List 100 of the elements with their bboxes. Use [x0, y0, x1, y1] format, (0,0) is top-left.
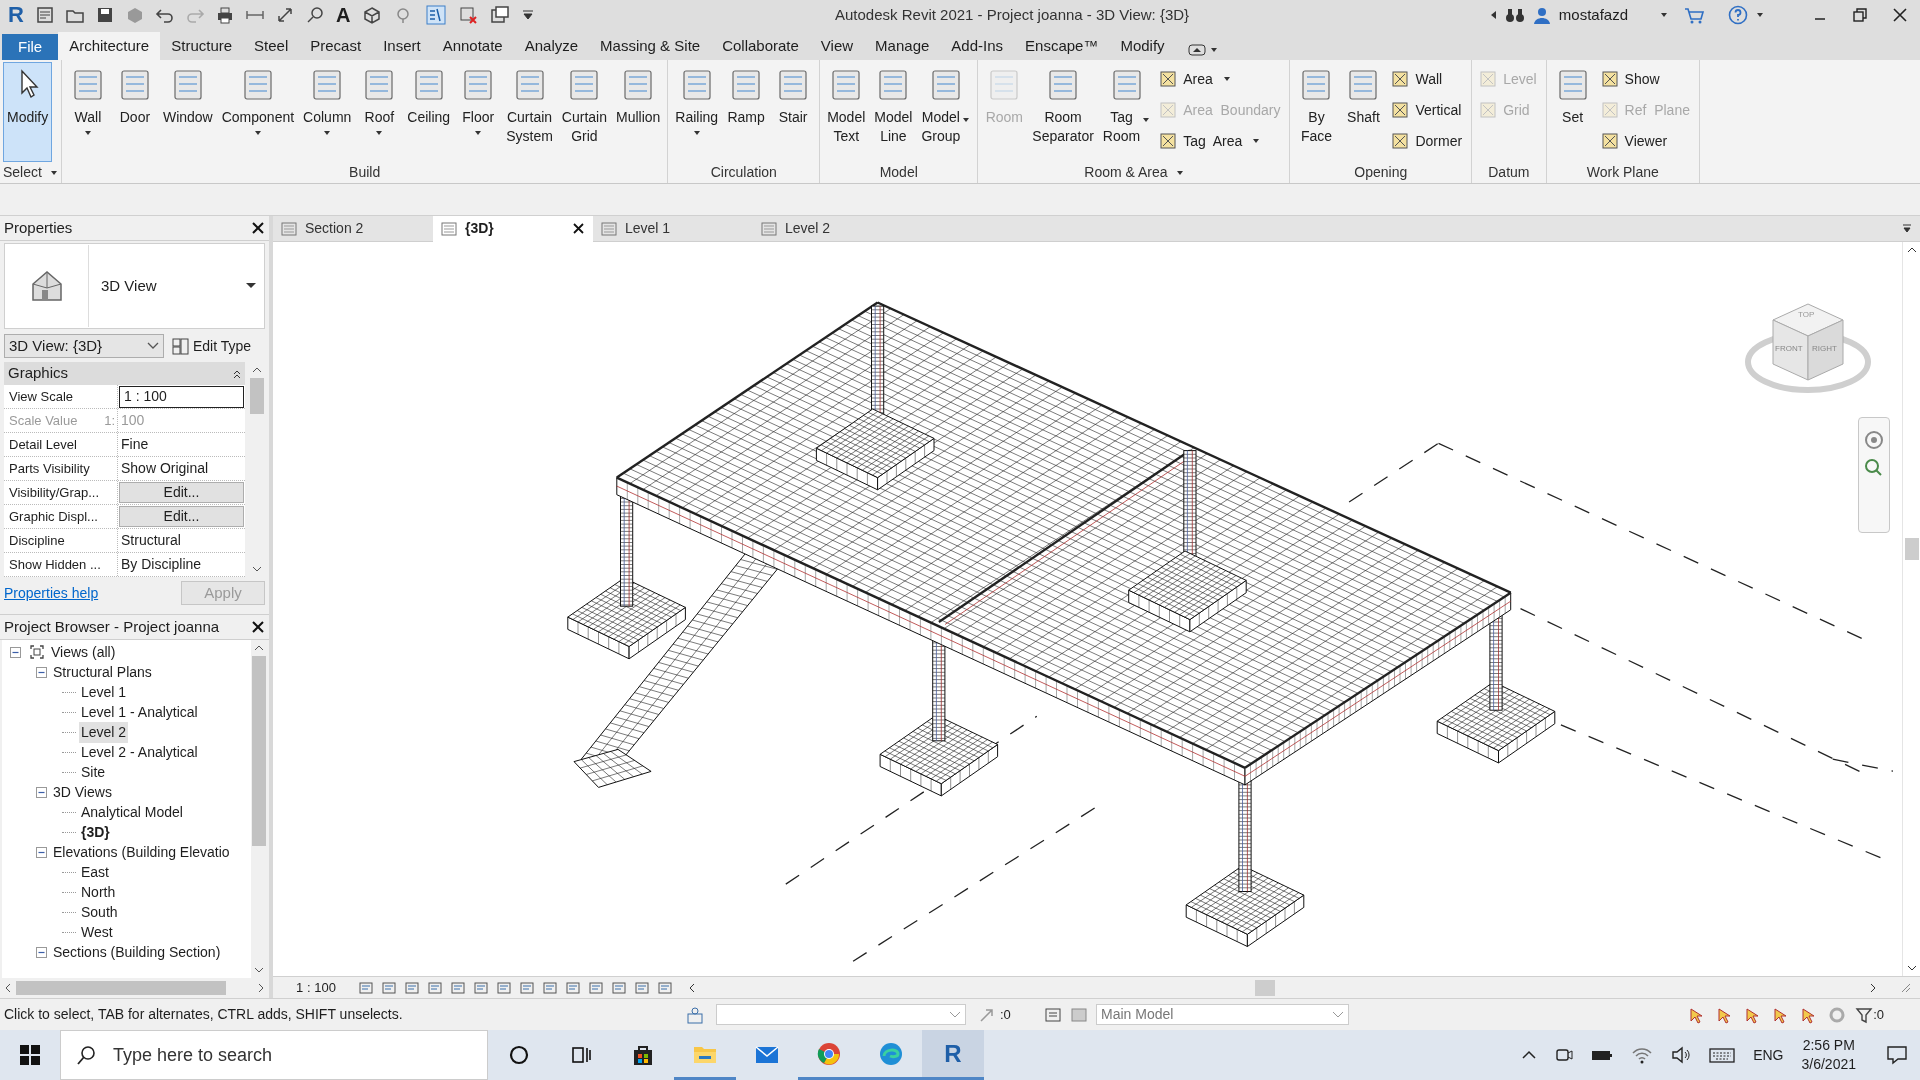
- ribbon-tab[interactable]: Analyze: [513, 32, 590, 60]
- property-value[interactable]: Fine: [118, 434, 149, 455]
- caret-icon[interactable]: [49, 169, 58, 176]
- property-value[interactable]: Show Original: [118, 458, 209, 479]
- ribbon-tool-button[interactable]: Ramp: [723, 62, 770, 162]
- tab-menu-icon[interactable]: [1902, 224, 1912, 233]
- keyboard-icon[interactable]: [1709, 1045, 1736, 1065]
- caret-icon[interactable]: [1222, 76, 1231, 82]
- property-value[interactable]: Structural: [118, 530, 181, 551]
- ribbon-tab[interactable]: View: [809, 32, 865, 60]
- ribbon-tool-button[interactable]: Ceiling: [403, 62, 455, 162]
- ribbon-small-button[interactable]: Dormer: [1387, 128, 1467, 154]
- tree-item[interactable]: East: [79, 861, 111, 883]
- ribbon-tool-button[interactable]: Set: [1549, 62, 1596, 162]
- meet-now-icon[interactable]: [1555, 1046, 1574, 1064]
- ribbon-tool-button[interactable]: By Face: [1293, 62, 1340, 162]
- ribbon-small-button[interactable]: Area: [1155, 66, 1285, 92]
- ribbon-tab[interactable]: Annotate: [431, 32, 514, 60]
- caret-icon[interactable]: [375, 130, 384, 136]
- ribbon-small-button[interactable]: Tag Area: [1155, 128, 1285, 154]
- scroll-thumb[interactable]: [250, 378, 264, 414]
- workset-icon[interactable]: [686, 1005, 704, 1024]
- start-icon[interactable]: [20, 1045, 40, 1065]
- tree-item[interactable]: Level 1: [79, 681, 129, 703]
- ribbon-tab[interactable]: Collaborate: [711, 32, 810, 60]
- tree-item[interactable]: Structural Plans: [51, 661, 154, 683]
- ribbon-tool-button[interactable]: Floor: [455, 62, 502, 162]
- ribbon-tool-button[interactable]: Door: [111, 62, 158, 162]
- ribbon-small-button[interactable]: Viewer: [1596, 128, 1694, 154]
- resize-grip-icon[interactable]: [1900, 981, 1912, 994]
- tree-item[interactable]: West: [79, 921, 115, 943]
- ribbon-tool-button[interactable]: Curtain System: [502, 62, 557, 162]
- properties-icon[interactable]: [34, 5, 55, 25]
- chevron-down-icon[interactable]: [252, 565, 262, 573]
- edit-button[interactable]: Edit...: [119, 482, 244, 503]
- tree-item[interactable]: Site: [79, 761, 108, 783]
- caret-icon[interactable]: [1660, 12, 1668, 18]
- clock-date[interactable]: 3/6/2021: [1801, 1055, 1856, 1074]
- navigation-bar[interactable]: [1858, 417, 1890, 533]
- tree-item[interactable]: South: [79, 901, 120, 923]
- tree-item[interactable]: Sections (Building Section): [51, 941, 223, 963]
- scrollbar[interactable]: [251, 640, 267, 978]
- close-icon[interactable]: [572, 222, 585, 235]
- text-tool-icon[interactable]: A: [331, 5, 355, 25]
- chevron-left-icon[interactable]: [4, 983, 12, 993]
- group-header[interactable]: Graphics: [4, 362, 245, 385]
- main-model-dropdown[interactable]: Main Model: [1096, 1004, 1349, 1025]
- ribbon-tool-button[interactable]: Model Group: [917, 62, 975, 162]
- chevron-right-icon[interactable]: [257, 983, 265, 993]
- scroll-thumb[interactable]: [1255, 979, 1275, 996]
- document-tab[interactable]: Section 2: [273, 215, 433, 242]
- expand-toggle-icon[interactable]: [10, 646, 21, 658]
- ribbon-small-button[interactable]: Wall: [1387, 66, 1467, 92]
- ribbon-tool-button[interactable]: Mullion: [612, 62, 665, 162]
- instance-dropdown[interactable]: 3D View: {3D}: [4, 334, 164, 358]
- expand-toggle-icon[interactable]: [36, 666, 47, 678]
- binoculars-icon[interactable]: [1504, 6, 1525, 24]
- chevron-down-icon[interactable]: [1906, 964, 1917, 972]
- property-input[interactable]: 1 : 100: [119, 385, 244, 408]
- tree-item[interactable]: North: [79, 881, 118, 903]
- properties-help-link[interactable]: Properties help: [4, 582, 99, 604]
- tree-item[interactable]: {3D}: [79, 821, 112, 843]
- ribbon-tool-button[interactable]: Railing: [671, 62, 723, 162]
- customize-toolbar-icon[interactable]: [522, 10, 535, 20]
- ribbon-tool-button[interactable]: Tag Room: [1098, 62, 1155, 162]
- view-scale[interactable]: 1 : 100: [281, 977, 351, 998]
- ribbon-tool-button[interactable]: Component: [217, 62, 299, 162]
- panel-title[interactable]: Select: [3, 162, 42, 183]
- chevron-up-icon[interactable]: [1906, 246, 1917, 254]
- wifi-icon[interactable]: [1631, 1045, 1654, 1065]
- chevron-up-icon[interactable]: [254, 644, 264, 652]
- property-value[interactable]: By Discipline: [118, 554, 202, 575]
- ribbon-tab[interactable]: Steel: [243, 32, 300, 60]
- document-tab[interactable]: {3D}: [433, 215, 593, 242]
- chevron-down-icon[interactable]: [254, 966, 264, 974]
- browser-icon[interactable]: [816, 1040, 842, 1067]
- app-logo[interactable]: R: [4, 4, 28, 26]
- caret-icon[interactable]: [323, 130, 332, 136]
- browser-icon[interactable]: [878, 1040, 904, 1067]
- ribbon-tool-button[interactable]: Room Separator: [1028, 62, 1098, 162]
- ribbon-small-button[interactable]: Vertical: [1387, 97, 1467, 123]
- document-tab[interactable]: Level 2: [753, 215, 913, 242]
- zoom-icon[interactable]: [1864, 458, 1884, 478]
- tree-item[interactable]: Views (all): [49, 641, 118, 663]
- ribbon-tool-button[interactable]: Window: [158, 62, 217, 162]
- scroll-thumb[interactable]: [252, 656, 266, 846]
- chevron-left-icon[interactable]: [688, 982, 696, 993]
- help-icon[interactable]: [1728, 5, 1748, 25]
- ribbon-tool-button[interactable]: Column: [299, 62, 356, 162]
- taskbar-search-box[interactable]: Type here to search: [60, 1030, 488, 1080]
- tree-item[interactable]: 3D Views: [51, 781, 114, 803]
- minimize-ribbon-icon[interactable]: [1187, 44, 1206, 56]
- edit-type-button[interactable]: Edit Type: [172, 335, 252, 357]
- caret-icon[interactable]: [474, 130, 483, 136]
- steering-wheel-icon[interactable]: [1864, 430, 1884, 450]
- ribbon-small-button[interactable]: Show: [1596, 66, 1694, 92]
- ribbon-tool-button[interactable]: Roof: [356, 62, 403, 162]
- type-selector[interactable]: 3D View: [4, 243, 265, 329]
- expand-toggle-icon[interactable]: [36, 846, 47, 858]
- ribbon-tab[interactable]: File: [2, 34, 59, 60]
